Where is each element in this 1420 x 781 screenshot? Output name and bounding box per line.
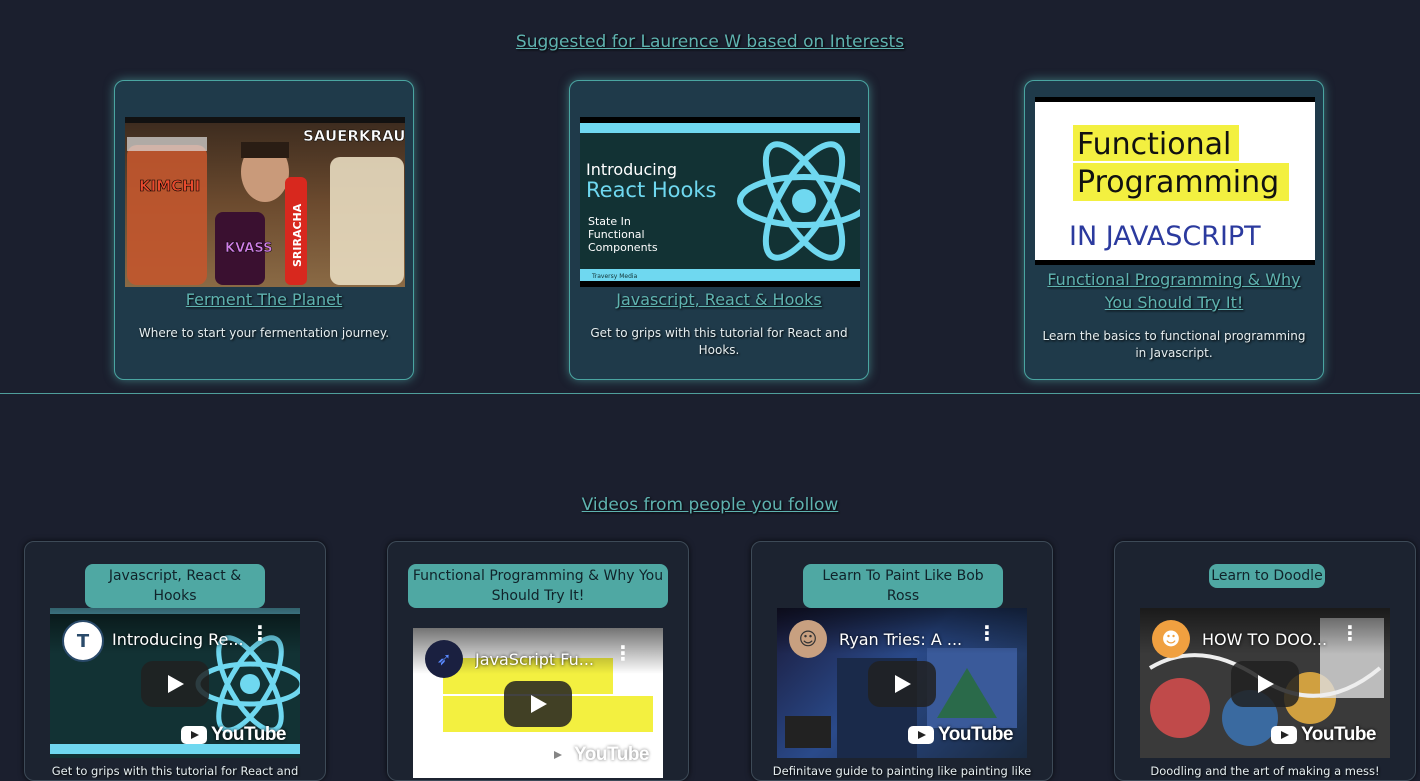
- follow-card-desc: Doodling and the art of making a mess!: [1150, 764, 1380, 778]
- embed-video-title[interactable]: Introducing Re...: [112, 630, 252, 649]
- youtube-embed-functional[interactable]: ➶ JavaScript Fu... ⋮ YouTube: [413, 628, 663, 778]
- ferment-thumbnail[interactable]: KIMCHI KVASS SRIRACHA SAUERKRAUT: [125, 117, 405, 287]
- svg-text:Components: Components: [588, 241, 658, 254]
- channel-avatar[interactable]: ☻: [1152, 620, 1190, 658]
- svg-text:Functional: Functional: [1077, 127, 1231, 162]
- youtube-embed-doodle[interactable]: ☻ HOW TO DOO... ⋮ YouTube: [1140, 608, 1390, 758]
- react-thumbnail-art: Introducing React Hooks State In Functio…: [580, 117, 860, 287]
- ferment-thumbnail-art: KIMCHI KVASS SRIRACHA SAUERKRAUT: [125, 117, 405, 285]
- follow-card-functional: Functional Programming & Why You Should …: [387, 541, 689, 781]
- more-options-icon[interactable]: ⋮: [250, 623, 270, 643]
- play-button-icon[interactable]: [504, 681, 572, 727]
- functional-thumbnail[interactable]: Functional Programming IN JAVASCRIPT: [1035, 97, 1315, 265]
- suggested-card-title[interactable]: Javascript, React & Hooks: [578, 288, 860, 311]
- suggested-card-ferment[interactable]: KIMCHI KVASS SRIRACHA SAUERKRAUT Ferment…: [114, 80, 414, 380]
- suggested-card-title[interactable]: Functional Programming & Why You Should …: [1033, 268, 1315, 314]
- suggested-card-react[interactable]: Introducing React Hooks State In Functio…: [569, 80, 869, 380]
- suggested-section-title[interactable]: Suggested for Laurence W based on Intere…: [0, 32, 1420, 52]
- more-options-icon[interactable]: ⋮: [977, 623, 997, 643]
- follow-card-title[interactable]: Learn To Paint Like Bob Ross: [803, 564, 1003, 608]
- suggested-card-functional[interactable]: Functional Programming IN JAVASCRIPT Fun…: [1024, 80, 1324, 380]
- functional-thumbnail-art: Functional Programming IN JAVASCRIPT: [1035, 97, 1315, 265]
- play-button-icon[interactable]: [1231, 661, 1299, 707]
- follow-card-react: Javascript, React & Hooks T Introducing …: [24, 541, 326, 781]
- embed-video-title[interactable]: Ryan Tries: A ...: [839, 630, 979, 649]
- svg-text:SRIRACHA: SRIRACHA: [291, 203, 304, 267]
- follow-card-doodle: Learn to Doodle ☻ HOW TO DOO... ⋮ YouTub…: [1114, 541, 1416, 781]
- svg-text:KVASS: KVASS: [225, 241, 272, 256]
- youtube-logo[interactable]: YouTube: [181, 724, 286, 746]
- embed-video-title[interactable]: JavaScript Fu...: [475, 650, 615, 669]
- play-button-icon[interactable]: [141, 661, 209, 707]
- suggested-card-desc: Get to grips with this tutorial for Reac…: [590, 326, 848, 357]
- channel-avatar[interactable]: ☺: [789, 620, 827, 658]
- embed-video-title[interactable]: HOW TO DOO...: [1202, 630, 1342, 649]
- suggested-card-desc: Learn the basics to functional programmi…: [1042, 329, 1306, 360]
- more-options-icon[interactable]: ⋮: [1340, 623, 1360, 643]
- svg-text:State In: State In: [588, 215, 631, 228]
- following-section-title[interactable]: Videos from people you follow: [0, 495, 1420, 515]
- follow-card-title[interactable]: Learn to Doodle: [1209, 564, 1325, 588]
- svg-text:IN JAVASCRIPT: IN JAVASCRIPT: [1069, 221, 1261, 252]
- follow-card-desc: Definitave guide to painting like painti…: [772, 764, 1032, 778]
- svg-text:Introducing: Introducing: [586, 160, 677, 179]
- follow-card-desc: Get to grips with this tutorial for Reac…: [51, 764, 299, 778]
- svg-text:Traversy Media: Traversy Media: [591, 273, 638, 280]
- section-divider: [0, 393, 1420, 394]
- youtube-embed-bob-ross[interactable]: ☺ Ryan Tries: A ... ⋮ YouTube: [777, 608, 1027, 758]
- more-options-icon[interactable]: ⋮: [613, 643, 633, 663]
- suggested-card-desc: Where to start your fermentation journey…: [138, 326, 390, 340]
- channel-avatar[interactable]: ➶: [425, 640, 463, 678]
- svg-text:Programming: Programming: [1077, 165, 1279, 200]
- svg-text:Functional: Functional: [588, 228, 645, 241]
- svg-text:KIMCHI: KIMCHI: [139, 177, 200, 195]
- react-thumbnail[interactable]: Introducing React Hooks State In Functio…: [580, 117, 860, 287]
- svg-text:SAUERKRAUT: SAUERKRAUT: [303, 127, 405, 145]
- youtube-logo[interactable]: YouTube: [908, 724, 1013, 746]
- youtube-embed-react[interactable]: T Introducing Re... ⋮ YouTube: [50, 608, 300, 758]
- follow-card-title[interactable]: Functional Programming & Why You Should …: [408, 564, 668, 608]
- svg-text:React Hooks: React Hooks: [586, 178, 716, 202]
- play-button-icon[interactable]: [868, 661, 936, 707]
- suggested-card-title[interactable]: Ferment The Planet: [123, 288, 405, 311]
- follow-card-title[interactable]: Javascript, React & Hooks: [85, 564, 265, 608]
- youtube-logo[interactable]: YouTube: [1271, 724, 1376, 746]
- youtube-logo[interactable]: YouTube: [544, 744, 649, 766]
- channel-avatar[interactable]: T: [62, 620, 104, 662]
- follow-card-bob-ross: Learn To Paint Like Bob Ross ☺ Ryan Trie…: [751, 541, 1053, 781]
